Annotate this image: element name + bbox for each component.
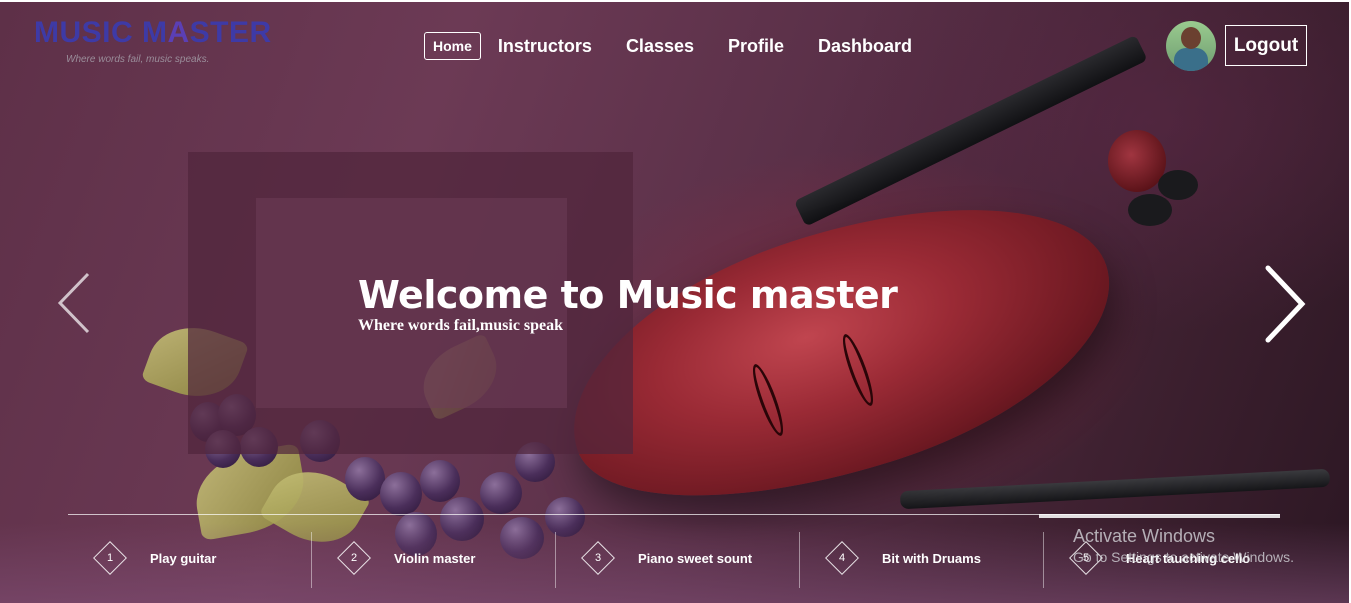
watermark-title: Activate Windows bbox=[1073, 526, 1216, 546]
nav-item-home[interactable]: Home bbox=[424, 32, 481, 60]
slide-tab-1[interactable]: 1 Play guitar bbox=[68, 532, 312, 588]
slide-number-badge: 3 bbox=[581, 541, 615, 575]
violin-peg bbox=[1158, 170, 1198, 200]
slide-number-badge: 1 bbox=[93, 541, 127, 575]
chevron-right-icon bbox=[1265, 265, 1306, 343]
carousel-prev-button[interactable] bbox=[56, 272, 92, 339]
grape-image bbox=[480, 472, 522, 514]
main-nav: Home Instructors Classes Profile Dashboa… bbox=[424, 31, 946, 61]
avatar-torso bbox=[1174, 48, 1208, 71]
logout-button[interactable]: Logout bbox=[1225, 25, 1307, 66]
grape-image bbox=[420, 460, 460, 502]
carousel-next-button[interactable] bbox=[1264, 264, 1308, 349]
slide-title: Piano sweet sount bbox=[638, 551, 753, 566]
slide-number-badge: 2 bbox=[337, 541, 371, 575]
violin-neck-image bbox=[793, 34, 1148, 227]
hero-subtitle: Where words fail,music speak bbox=[358, 317, 564, 334]
carousel-progress-active bbox=[1039, 514, 1280, 518]
nav-item-classes[interactable]: Classes bbox=[626, 31, 694, 61]
nav-item-profile[interactable]: Profile bbox=[728, 31, 784, 61]
logo-tagline: Where words fail, music speaks. bbox=[66, 54, 210, 65]
slide-tab-2[interactable]: 2 Violin master bbox=[312, 532, 556, 588]
watermark-subtitle: Go to Settings to activate Windows. bbox=[1073, 549, 1294, 565]
grape-image bbox=[380, 472, 422, 516]
avatar-head bbox=[1181, 27, 1201, 49]
violin-bow-image bbox=[899, 468, 1331, 510]
user-avatar[interactable] bbox=[1166, 21, 1216, 71]
grape-image bbox=[345, 457, 385, 501]
nav-item-dashboard[interactable]: Dashboard bbox=[818, 31, 912, 61]
hero-title: Welcome to Music master bbox=[358, 273, 898, 317]
nav-item-instructors[interactable]: Instructors bbox=[498, 31, 592, 61]
chevron-left-icon bbox=[57, 272, 90, 334]
slide-title: Violin master bbox=[394, 551, 476, 566]
slide-title: Play guitar bbox=[150, 551, 217, 566]
slide-number-badge: 4 bbox=[825, 541, 859, 575]
violin-peg bbox=[1128, 194, 1172, 226]
slide-title: Bit with Druams bbox=[882, 551, 981, 566]
logo[interactable]: MUSIC MASTER Where words fail, music spe… bbox=[34, 16, 272, 65]
slide-tab-4[interactable]: 4 Bit with Druams bbox=[800, 532, 1044, 588]
logo-text: MUSIC MASTER bbox=[34, 16, 272, 49]
slide-tab-3[interactable]: 3 Piano sweet sount bbox=[556, 532, 800, 588]
activate-windows-watermark: Activate Windows Go to Settings to activ… bbox=[1073, 526, 1294, 565]
